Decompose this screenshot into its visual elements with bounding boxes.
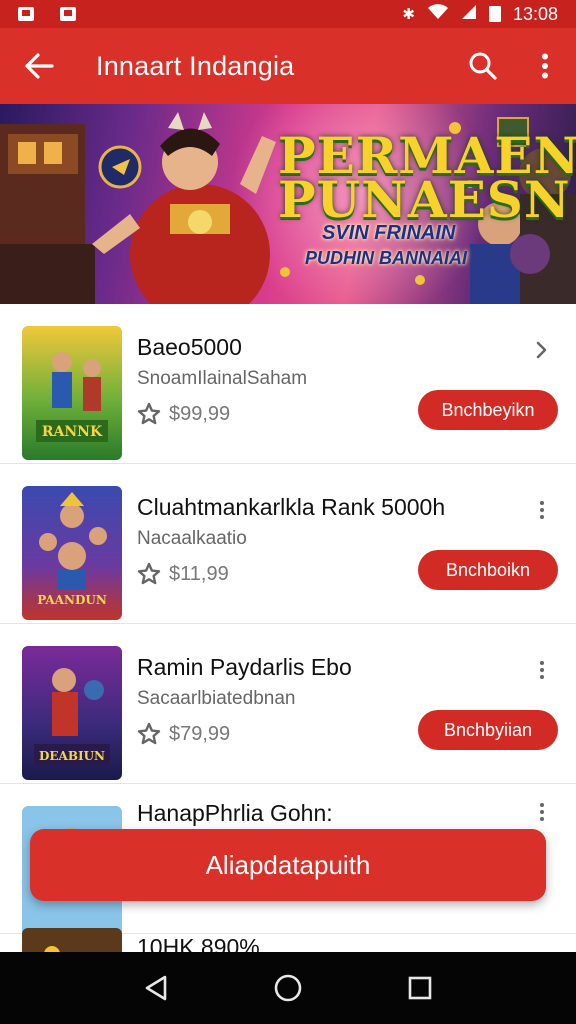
wifi-icon (427, 3, 449, 25)
signal-icon (461, 4, 477, 25)
arrow-back-icon (25, 53, 54, 79)
more-vert-icon (542, 53, 548, 79)
buy-button[interactable]: Bnchboikn (418, 550, 558, 590)
search-button[interactable] (452, 28, 514, 104)
chevron-right-button[interactable] (530, 338, 554, 362)
nav-home-button[interactable] (268, 968, 308, 1008)
buy-button[interactable]: Bnchbyiian (418, 710, 558, 750)
recents-square-icon (408, 976, 432, 1000)
back-triangle-icon (145, 975, 167, 1001)
primary-action-button[interactable]: Aliapdatapuith (30, 829, 546, 901)
item-title: Cluahtmankarlkla Rank 5000h (137, 494, 446, 520)
banner-subtitle: PUDHIN BANNAIAI (305, 248, 467, 268)
more-vert-icon (540, 661, 544, 679)
item-title: Ramin Paydarlis Ebo (137, 654, 352, 680)
game-thumbnail: RANNK (22, 326, 122, 460)
battery-icon (488, 6, 501, 22)
banner-headline: PERMAEN PUNAESN (278, 126, 576, 229)
item-subtitle: Sacaarlbiatedbnan (137, 688, 296, 709)
more-vert-icon (540, 501, 544, 519)
item-overflow-button[interactable] (530, 498, 554, 522)
svg-text:PAANDUN: PAANDUN (37, 593, 107, 607)
screen: ✱ 13:08 Innaart Indangia PERMAEN PUNAESN… (0, 0, 576, 1024)
app-bar: Innaart Indangia (0, 28, 576, 104)
status-bar: ✱ 13:08 (0, 0, 576, 28)
chevron-right-icon (536, 341, 547, 359)
item-overflow-button[interactable] (530, 800, 554, 824)
buy-button[interactable]: Bnchbeyikn (418, 390, 558, 430)
item-title: HanapPhrlia Gohn: (137, 800, 333, 826)
item-subtitle: Nacaalkaatio (137, 528, 247, 549)
price-value: $99,99 (169, 402, 231, 425)
back-button[interactable] (0, 28, 78, 104)
item-price: $99,99 (137, 402, 230, 426)
list-item[interactable]: DEABIUN Ramin Paydarlis Ebo Sacaarlbiate… (0, 624, 576, 784)
search-icon (469, 52, 497, 80)
overflow-menu-button[interactable] (514, 28, 576, 104)
promo-banner[interactable]: PERMAEN PUNAESN SVIN FRINAIN PUDHIN BANN… (0, 104, 576, 304)
notification-icon (18, 7, 34, 21)
item-title: Baeo5000 (137, 334, 242, 360)
home-circle-icon (274, 974, 302, 1002)
svg-text:DEABIUN: DEABIUN (39, 749, 105, 763)
star-icon (137, 562, 161, 585)
star-icon (137, 722, 161, 745)
list-item[interactable]: PAANDUN Cluahtmankarlkla Rank 5000h Naca… (0, 464, 576, 624)
page-title: Innaart Indangia (96, 50, 295, 81)
item-subtitle: SnoamIlainalSaham (137, 368, 308, 389)
more-vert-icon (540, 803, 544, 821)
system-nav-bar (0, 952, 576, 1024)
game-thumbnail: DEABIUN (22, 646, 122, 780)
list-item[interactable]: RANNK Baeo5000 SnoamIlainalSaham $99,99 … (0, 304, 576, 464)
price-value: $11,99 (169, 562, 229, 585)
svg-text:RANNK: RANNK (42, 424, 103, 440)
item-overflow-button[interactable] (530, 658, 554, 682)
status-time: 13:08 (512, 3, 558, 24)
notification-icon (60, 7, 76, 21)
nav-back-button[interactable] (136, 968, 176, 1008)
price-value: $79,99 (169, 722, 231, 745)
item-price: $79,99 (137, 722, 230, 746)
item-price: $11,99 (137, 562, 229, 586)
bluetooth-icon: ✱ (402, 4, 415, 23)
star-icon (137, 402, 161, 425)
nav-recents-button[interactable] (400, 968, 440, 1008)
banner-subtitle: SVIN FRINAIN (322, 222, 456, 244)
game-thumbnail: PAANDUN (22, 486, 122, 620)
